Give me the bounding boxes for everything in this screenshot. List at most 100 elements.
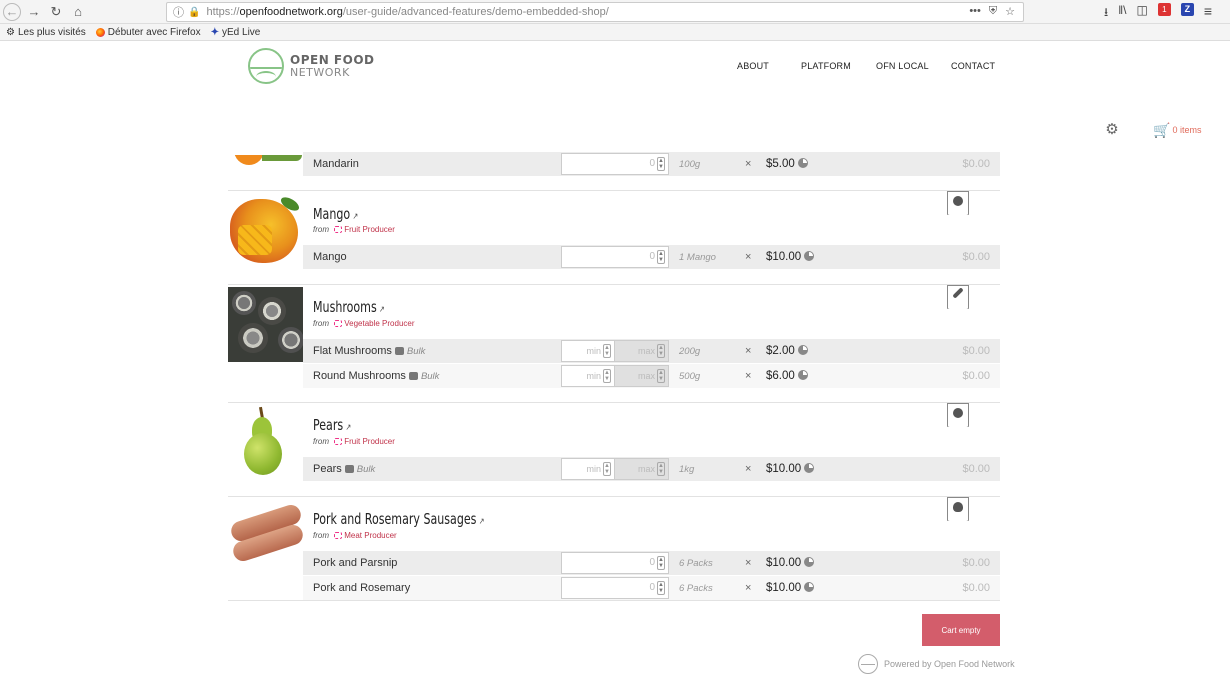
- url-path: /user-guide/advanced-features/demo-embed…: [342, 6, 609, 18]
- hamburger-menu-icon[interactable]: ≡: [1204, 3, 1212, 24]
- quantity-spinner[interactable]: ▲ ▼: [657, 157, 665, 171]
- variant-total: $0.00: [962, 345, 990, 357]
- price-breakdown-icon[interactable]: [804, 463, 815, 473]
- divider: [228, 496, 1000, 497]
- ofn-logo[interactable]: OPEN FOOD NETWORK: [248, 48, 374, 84]
- home-icon[interactable]: ⌂: [69, 3, 87, 21]
- min-quantity-input[interactable]: min ▲ ▼: [561, 365, 615, 387]
- producer-name: Fruit Producer: [344, 225, 395, 234]
- quantity-input[interactable]: 0 ▲ ▼: [561, 246, 669, 268]
- variant-name: Round Mushrooms Bulk: [313, 370, 439, 382]
- max-spinner[interactable]: ▲ ▼: [657, 462, 665, 476]
- quantity-input[interactable]: 0 ▲ ▼: [561, 577, 669, 599]
- cart-link[interactable]: 🛒 0 items: [1153, 123, 1201, 137]
- quantity-spinner[interactable]: ▲ ▼: [657, 581, 665, 595]
- url-bar[interactable]: ⓘ 🔒 https://openfoodnetwork.org/user-gui…: [166, 2, 1024, 22]
- external-link-icon[interactable]: ↗: [479, 517, 485, 527]
- price-breakdown-icon[interactable]: [804, 251, 815, 261]
- pears-image: [228, 405, 303, 480]
- product-producer: from Vegetable Producer: [313, 319, 415, 328]
- max-quantity-input[interactable]: max ▲ ▼: [615, 340, 669, 362]
- max-quantity-input[interactable]: max ▲ ▼: [615, 458, 669, 480]
- bulk-label: Bulk: [420, 371, 440, 382]
- variant-total: $0.00: [962, 370, 990, 382]
- producer-link[interactable]: Fruit Producer: [334, 225, 395, 234]
- producer-name: Vegetable Producer: [344, 319, 415, 328]
- variant-label: Pears: [313, 463, 342, 475]
- reload-icon[interactable]: ↻: [47, 3, 65, 21]
- max-quantity-input[interactable]: max ▲ ▼: [615, 365, 669, 387]
- producer-icon: [334, 532, 343, 539]
- firefox-icon: [95, 27, 105, 37]
- price-value: $10.00: [766, 557, 802, 569]
- nav-ofn-local[interactable]: OFN LOCAL: [876, 61, 951, 71]
- min-quantity-input[interactable]: min ▲ ▼: [561, 458, 615, 480]
- product-title[interactable]: Pork and Rosemary Sausages ↗: [313, 510, 484, 528]
- min-quantity-input[interactable]: min ▲ ▼: [561, 340, 615, 362]
- divider: [228, 190, 1000, 191]
- quantity-spinner[interactable]: ▲ ▼: [657, 556, 665, 570]
- variant-price: $10.00: [766, 463, 815, 475]
- min-spinner[interactable]: ▲ ▼: [603, 369, 611, 383]
- quantity-spinner[interactable]: ▲ ▼: [657, 250, 665, 264]
- price-breakdown-icon[interactable]: [804, 582, 815, 592]
- product-producer: from Meat Producer: [313, 531, 397, 540]
- settings-gear-icon[interactable]: ⚙: [1104, 122, 1120, 138]
- external-link-icon[interactable]: ↗: [379, 305, 385, 315]
- bookmark-firefox[interactable]: Débuter avec Firefox: [95, 27, 201, 38]
- variant-row: Round Mushrooms Bulk min ▲ ▼ max ▲ ▼ 500g × $…: [303, 364, 1000, 388]
- variant-label: Round Mushrooms: [313, 370, 406, 382]
- downloads-icon[interactable]: ⭳: [1104, 3, 1108, 24]
- info-icon[interactable]: ⓘ: [173, 4, 184, 20]
- min-spinner[interactable]: ▲ ▼: [603, 462, 611, 476]
- external-link-icon[interactable]: ↗: [346, 423, 352, 433]
- bulk-quantity-inputs: min ▲ ▼ max ▲ ▼: [561, 365, 669, 387]
- external-link-icon[interactable]: ↗: [353, 212, 359, 222]
- quantity-input[interactable]: 0 ▲ ▼: [561, 153, 669, 175]
- producer-link[interactable]: Vegetable Producer: [334, 319, 415, 328]
- carrot-icon: [947, 285, 969, 309]
- min-spinner[interactable]: ▲ ▼: [603, 344, 611, 358]
- page-actions-icon[interactable]: •••: [969, 5, 981, 18]
- back-arrow-icon[interactable]: ←: [3, 2, 21, 21]
- bookmark-most-visited[interactable]: ⚙ Les plus visités: [6, 27, 86, 38]
- apple-icon: [947, 191, 969, 215]
- variant-row: Pork and Rosemary 0 ▲ ▼ 6 Packs × $10.00 …: [303, 576, 1000, 600]
- nav-contact[interactable]: CONTACT: [951, 61, 995, 71]
- quantity-input[interactable]: 0 ▲ ▼: [561, 552, 669, 574]
- product-title[interactable]: Mango ↗: [313, 205, 358, 223]
- price-breakdown-icon[interactable]: [797, 345, 808, 355]
- variant-unit: 6 Packs: [679, 557, 713, 569]
- nav-about[interactable]: ABOUT: [737, 61, 801, 71]
- producer-link[interactable]: Fruit Producer: [334, 437, 395, 446]
- nav-platform[interactable]: PLATFORM: [801, 61, 876, 71]
- variant-label: Flat Mushrooms: [313, 345, 392, 357]
- divider: [228, 284, 1000, 285]
- max-spinner[interactable]: ▲ ▼: [657, 369, 665, 383]
- price-value: $6.00: [766, 370, 795, 382]
- addon-zotero-icon[interactable]: Z: [1180, 3, 1194, 16]
- page: OPEN FOOD NETWORK ABOUT PLATFORM OFN LOC…: [0, 41, 1230, 696]
- product-title[interactable]: Mushrooms ↗: [313, 298, 385, 316]
- powered-by[interactable]: Powered by Open Food Network: [858, 654, 1015, 674]
- bookmark-star-icon[interactable]: ☆: [1005, 5, 1015, 18]
- forward-arrow-icon[interactable]: →: [25, 3, 43, 21]
- producer-link[interactable]: Meat Producer: [334, 531, 397, 540]
- cart-count: 0 items: [1172, 125, 1202, 135]
- price-breakdown-icon[interactable]: [804, 557, 815, 567]
- max-placeholder: max: [637, 371, 655, 381]
- bulk-icon: [394, 347, 404, 355]
- product-title[interactable]: Pears ↗: [313, 416, 351, 434]
- price-breakdown-icon[interactable]: [797, 370, 808, 380]
- library-icon[interactable]: ‖\: [1118, 3, 1126, 24]
- pocket-icon[interactable]: ⛨: [989, 5, 997, 18]
- bulk-icon: [408, 372, 418, 380]
- price-breakdown-icon[interactable]: [797, 158, 808, 168]
- bookmark-yed[interactable]: ✦ yEd Live: [211, 27, 261, 38]
- min-placeholder: min: [586, 346, 601, 356]
- max-spinner[interactable]: ▲ ▼: [657, 344, 665, 358]
- apple-icon-shape: [953, 408, 963, 418]
- sidebar-icon[interactable]: ◫: [1137, 3, 1148, 24]
- cart-empty-button[interactable]: Cart empty: [922, 614, 1000, 646]
- addon-red-icon[interactable]: 1: [1157, 3, 1171, 16]
